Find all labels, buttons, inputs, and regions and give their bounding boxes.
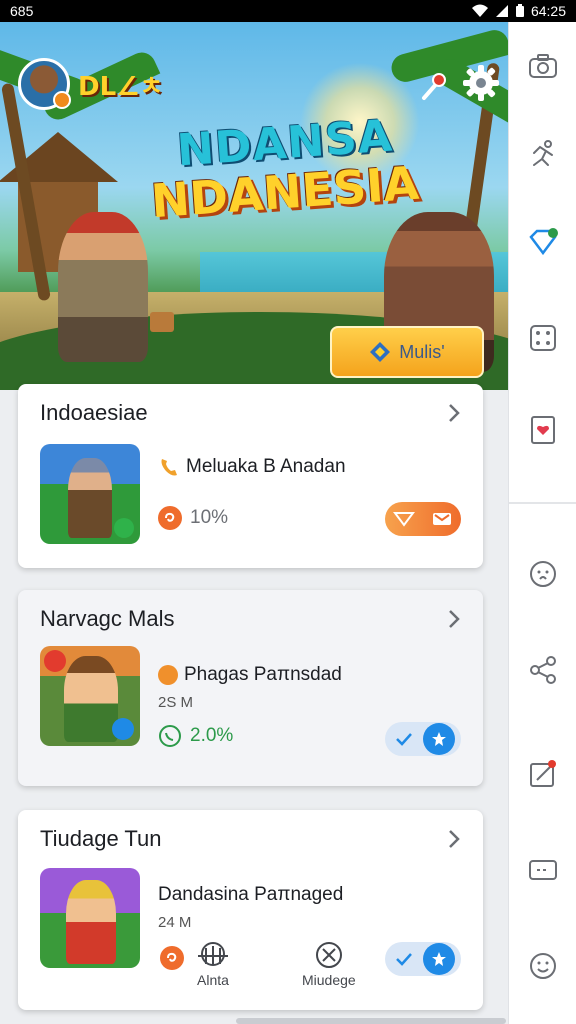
status-left-text: 685 [10,3,34,19]
check-icon [385,942,423,976]
game-thumbnail[interactable] [40,444,140,544]
play-badge-icon [114,518,134,538]
card-title: Tiudage Tun [40,826,162,851]
card-subtitle-text: Meluaka B Anadan [186,456,346,477]
runner-icon[interactable] [527,138,559,170]
game-card[interactable]: Tiudage Tun Dandasina Paπnaged 24 M Alnt… [18,810,483,1010]
edit-icon[interactable] [527,758,559,790]
wifi-icon [471,4,488,17]
card-toggle[interactable] [385,942,461,976]
heart-shield-icon [385,502,423,536]
diamond-icon [370,342,391,362]
card-title: Narvagc Mals [40,606,175,631]
rail-divider [509,502,576,504]
hero-banner: DL∠ㅊ NDANSA NDANESIA Mulis' [0,22,508,390]
check-icon [385,722,423,756]
warrior-character-left [58,212,148,362]
card-heart-icon[interactable] [527,414,559,446]
card-progress: 2.0% [158,724,233,748]
card-subtitle-text: Phagas Paπnsdad [184,664,342,685]
whatsapp-icon [159,725,181,747]
treasure-chest [150,312,174,332]
card-subtitle: Meluaka B Anadan [158,456,346,478]
scroll-indicator[interactable] [236,1018,506,1024]
hero-cta-label: Mulis' [399,341,445,362]
card-percent: 2.0% [190,725,234,746]
action-label: Alnta [197,972,229,988]
star-knob-icon [423,943,455,975]
card-toggle[interactable] [385,722,461,756]
pin-icon[interactable] [420,72,446,102]
orange-dot-icon [158,665,178,685]
swirl-icon [158,506,182,530]
card-subtitle: Dandasina Paπnaged [158,884,343,906]
smile-icon[interactable] [527,950,559,982]
action-miudege[interactable]: Miudege [302,940,356,988]
share-icon[interactable] [527,654,559,686]
signal-icon [495,5,508,17]
chevron-right-icon[interactable] [445,608,463,630]
card-subtitle-text: Dandasina Paπnaged [158,884,344,905]
card-toggle[interactable] [385,502,461,536]
action-label: Miudege [302,972,356,988]
bird-badge-icon [112,718,134,740]
chevron-right-icon[interactable] [445,828,463,850]
phone-icon [161,459,177,476]
star-knob-icon [423,723,455,755]
game-thumbnail[interactable] [40,868,140,968]
ticket-icon[interactable] [527,854,559,886]
hero-title: NDANSA NDANESIA [149,111,420,229]
card-percent: 10% [190,507,229,528]
thumbnail-character [68,458,112,538]
battery-icon [515,4,524,17]
thumbnail-character [66,880,116,964]
card-size: 24 M [158,914,192,931]
avatar-badge-icon [53,91,71,109]
swirl-icon[interactable] [160,946,184,970]
game-thumbnail[interactable] [40,646,140,746]
card-progress: 10% [158,506,228,530]
avatar[interactable] [18,58,71,110]
card-subtitle: Phagas Paπnsdad [158,664,342,686]
face-icon[interactable] [527,558,559,590]
card-title: Indoaesiae [40,400,148,425]
card-size: 2S M [158,694,194,711]
network-icon [198,942,228,966]
camera-icon[interactable] [527,50,559,82]
thumbnail-character [64,656,118,742]
message-icon [423,502,461,536]
chevron-right-icon[interactable] [445,402,463,424]
hero-cta-button[interactable]: Mulis' [330,326,484,378]
game-card[interactable]: Indoaesiae Meluaka B Anadan 10% [18,384,483,568]
game-logo: DL∠ㅊ [78,72,164,102]
status-time: 64:25 [530,3,566,19]
dice-icon[interactable] [527,322,559,354]
action-alnta[interactable]: Alnta [194,940,232,988]
badge-icon [44,650,66,672]
diamond-icon[interactable] [527,226,559,258]
status-bar: 685 64:25 [0,0,576,22]
right-rail [508,22,576,1024]
settings-gear-icon[interactable] [462,64,500,102]
game-card[interactable]: Narvagc Mals Phagas Paπnsdad 2S M 2.0% [18,590,483,786]
close-circle-icon [315,942,342,968]
